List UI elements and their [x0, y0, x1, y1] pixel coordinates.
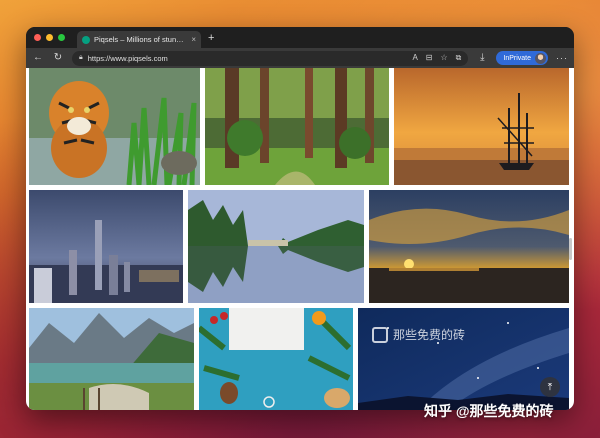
photo-city[interactable]	[29, 190, 183, 303]
window-controls	[34, 34, 65, 41]
favorite-star-icon[interactable]: ☆	[440, 53, 447, 63]
browser-window: Piqsels – Millions of stunning free imag…	[26, 27, 574, 410]
new-tab-button[interactable]: +	[208, 32, 214, 44]
photo-mountain-lake[interactable]	[29, 308, 194, 410]
toolbar: ← ↻ 🔒︎ https://www.piqsels.com A ⊟ ☆ ⧉ ⤓…	[26, 48, 574, 68]
photo-forest[interactable]	[205, 68, 389, 185]
zhihu-watermark: 知乎 @那些免费的砖	[424, 403, 554, 419]
piqsels-favicon-icon	[82, 35, 90, 44]
scrollbar-thumb[interactable]	[569, 238, 572, 260]
photo-milky-way[interactable]	[358, 308, 569, 410]
back-arrow-icon[interactable]: ←	[32, 53, 44, 63]
tab-piqsels[interactable]: Piqsels – Millions of stunning free imag…	[77, 31, 201, 48]
refresh-icon[interactable]: ↻	[52, 53, 64, 63]
lake-image	[188, 190, 364, 303]
address-bar-actions: A ⊟ ☆ ⧉	[412, 53, 461, 63]
more-menu-icon[interactable]: ···	[556, 53, 568, 63]
inprivate-label: InPrivate	[503, 54, 531, 62]
inner-watermark: 那些免费的砖	[372, 326, 465, 343]
split-screen-icon[interactable]: ⊟	[426, 53, 433, 63]
photo-ship[interactable]	[394, 68, 569, 185]
tab-close-icon[interactable]: ×	[191, 35, 196, 44]
city-image	[29, 190, 183, 303]
sunset-sea-image	[369, 190, 569, 303]
christmas-image	[199, 308, 353, 410]
watermark-logo-icon	[372, 326, 388, 343]
lock-icon[interactable]: 🔒︎	[79, 54, 83, 62]
collections-icon[interactable]: ⧉	[456, 53, 462, 63]
tab-bar: Piqsels – Millions of stunning free imag…	[26, 27, 574, 48]
profile-avatar	[535, 52, 546, 64]
milky-way-image	[358, 308, 569, 410]
inner-watermark-text: 那些免费的砖	[393, 328, 466, 342]
forest-image	[205, 68, 389, 185]
address-bar[interactable]: 🔒︎ https://www.piqsels.com A ⊟ ☆ ⧉	[72, 50, 469, 66]
ship-image	[394, 68, 569, 185]
photo-tiger[interactable]	[29, 68, 200, 185]
read-aloud-icon[interactable]: A	[412, 53, 417, 63]
tiger-image	[29, 68, 200, 185]
url-text[interactable]: https://www.piqsels.com	[88, 54, 408, 63]
photo-sunset-sea[interactable]	[369, 190, 569, 303]
mountain-lake-image	[29, 308, 194, 410]
close-window-button[interactable]	[34, 34, 41, 41]
photo-lake[interactable]	[188, 190, 364, 303]
tab-title: Piqsels – Millions of stunning free imag…	[94, 35, 187, 44]
maximize-window-button[interactable]	[58, 34, 65, 41]
inprivate-badge[interactable]: InPrivate	[496, 51, 548, 65]
photo-christmas[interactable]	[199, 308, 353, 410]
download-icon[interactable]: ⤓	[476, 53, 488, 63]
minimize-window-button[interactable]	[46, 34, 53, 41]
back-to-top-button[interactable]: ⤒	[540, 377, 560, 397]
photo-grid: 那些免费的砖 ⤒	[26, 68, 574, 410]
